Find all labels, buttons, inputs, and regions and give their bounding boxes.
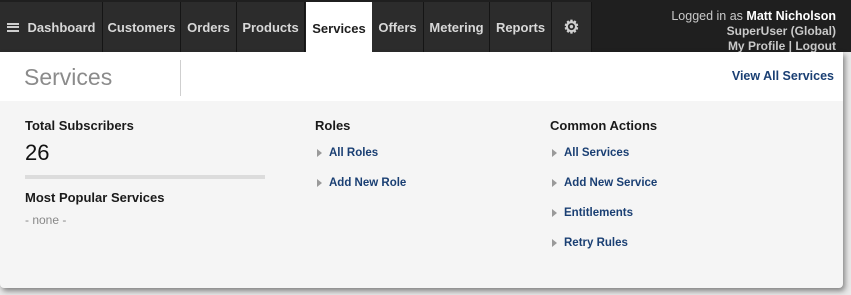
tab-dashboard[interactable]: Dashboard	[0, 2, 103, 52]
tab-metering[interactable]: Metering	[424, 2, 490, 52]
hamburger-menu-icon	[6, 22, 19, 32]
add-new-role-link[interactable]: Add New Role	[317, 177, 406, 189]
tab-label: Reports	[495, 19, 546, 35]
tab-label: Products	[242, 19, 299, 35]
tab-label: Orders	[187, 19, 230, 35]
header-divider	[180, 60, 181, 96]
tab-label: Customers	[107, 19, 176, 35]
services-dropdown-panel: Services View All Services Total Subscri…	[0, 52, 843, 288]
tab-label: Services	[312, 20, 366, 36]
link-label: Retry Rules	[564, 237, 628, 249]
tab-reports[interactable]: Reports	[490, 2, 552, 52]
all-roles-link[interactable]: All Roles	[317, 147, 378, 159]
logout-link[interactable]: Logout	[795, 39, 836, 53]
common-actions-heading: Common Actions	[550, 118, 658, 133]
user-role: SuperUser (Global)	[726, 24, 836, 38]
tab-services[interactable]: Services	[306, 2, 372, 54]
most-popular-heading: Most Popular Services	[25, 190, 165, 205]
link-separator: |	[788, 39, 792, 53]
tab-settings[interactable]: ⚙	[552, 2, 592, 52]
link-label: All Roles	[329, 147, 379, 159]
total-subscribers-count: 26	[25, 140, 50, 165]
dropdown-title: Services	[24, 64, 113, 90]
view-all-services-link[interactable]: View All Services	[732, 69, 834, 83]
section-divider	[25, 175, 265, 179]
arrow-right-icon	[552, 209, 557, 217]
tab-products[interactable]: Products	[237, 2, 305, 52]
tab-label: Dashboard	[27, 19, 96, 35]
retry-rules-link[interactable]: Retry Rules	[552, 237, 628, 249]
arrow-right-icon	[317, 179, 322, 187]
all-services-link[interactable]: All Services	[552, 147, 629, 159]
entitlements-link[interactable]: Entitlements	[552, 207, 633, 219]
top-navigation-bar: Dashboard Customers Orders Products Serv…	[0, 0, 851, 54]
dropdown-header: Services View All Services	[0, 52, 843, 101]
arrow-right-icon	[317, 149, 322, 157]
link-label: Add New Role	[329, 177, 407, 189]
logged-in-prefix: Logged in as	[671, 9, 747, 23]
tab-customers[interactable]: Customers	[103, 2, 181, 52]
my-profile-link[interactable]: My Profile	[728, 39, 785, 53]
link-label: Entitlements	[564, 207, 634, 219]
tab-label: Offers	[378, 19, 417, 35]
tab-offers[interactable]: Offers	[372, 2, 424, 52]
link-label: All Services	[564, 147, 630, 159]
tab-orders[interactable]: Orders	[181, 2, 237, 52]
add-new-service-link[interactable]: Add New Service	[552, 177, 657, 189]
most-popular-empty: - none -	[25, 213, 67, 227]
arrow-right-icon	[552, 149, 557, 157]
roles-heading: Roles	[315, 118, 351, 133]
user-name: Matt Nicholson	[746, 9, 836, 23]
arrow-right-icon	[552, 239, 557, 247]
total-subscribers-heading: Total Subscribers	[25, 118, 134, 133]
link-label: Add New Service	[564, 177, 658, 189]
tab-label: Metering	[429, 19, 484, 35]
arrow-right-icon	[552, 179, 557, 187]
user-info: Logged in as Matt Nicholson SuperUser (G…	[671, 9, 836, 54]
gear-icon: ⚙	[563, 17, 580, 37]
